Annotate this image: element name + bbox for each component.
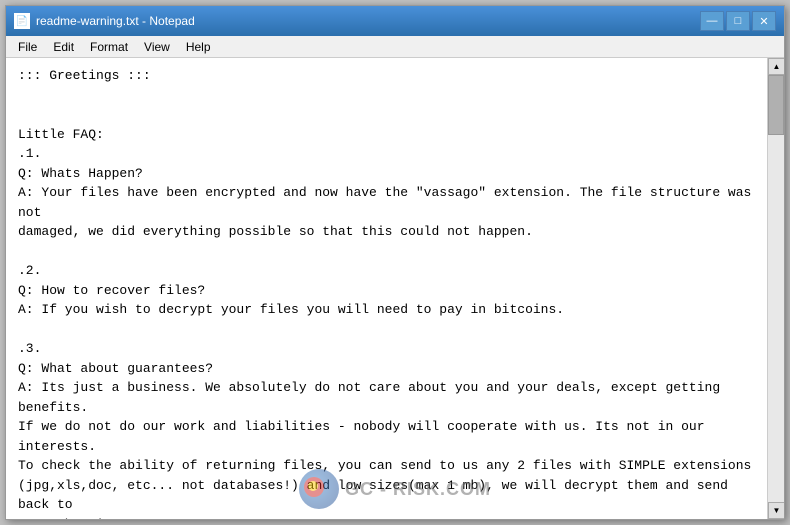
menu-bar: File Edit Format View Help xyxy=(6,36,784,58)
menu-edit[interactable]: Edit xyxy=(45,38,82,56)
menu-file[interactable]: File xyxy=(10,38,45,56)
scroll-down-button[interactable]: ▼ xyxy=(768,502,784,519)
menu-help[interactable]: Help xyxy=(178,38,219,56)
title-bar-left: 📄 readme-warning.txt - Notepad xyxy=(14,13,195,29)
menu-format[interactable]: Format xyxy=(82,38,136,56)
notepad-window: 📄 readme-warning.txt - Notepad — □ ✕ Fil… xyxy=(5,5,785,520)
window-title: readme-warning.txt - Notepad xyxy=(36,14,195,28)
notepad-icon: 📄 xyxy=(14,13,30,29)
scroll-up-button[interactable]: ▲ xyxy=(768,58,784,75)
minimize-button[interactable]: — xyxy=(700,11,724,31)
text-editor[interactable]: ::: Greetings ::: Little FAQ: .1. Q: Wha… xyxy=(6,58,767,519)
menu-view[interactable]: View xyxy=(136,38,178,56)
close-button[interactable]: ✕ xyxy=(752,11,776,31)
vertical-scrollbar[interactable]: ▲ ▼ xyxy=(767,58,784,519)
title-bar-controls: — □ ✕ xyxy=(700,11,776,31)
scrollbar-thumb[interactable] xyxy=(768,75,784,135)
content-area: ::: Greetings ::: Little FAQ: .1. Q: Wha… xyxy=(6,58,784,519)
scrollbar-track[interactable] xyxy=(768,75,784,502)
title-bar: 📄 readme-warning.txt - Notepad — □ ✕ xyxy=(6,6,784,36)
maximize-button[interactable]: □ xyxy=(726,11,750,31)
